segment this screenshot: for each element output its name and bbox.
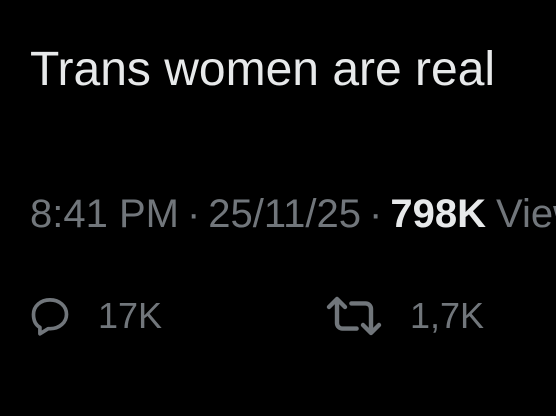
repost-button[interactable]: 1,7K [324,288,484,344]
repost-icon [324,294,384,338]
post-meta: 8:41 PM·25/11/25·798KViews [30,188,556,240]
post-detail: Trans women are real 8:41 PM · 25/11/25 · 79… [0,0,556,416]
meta-separator: · [369,192,383,236]
reply-count: 17K [98,295,163,336]
views-label: Views [495,192,556,236]
post-time[interactable]: 8:41 PM [30,192,179,236]
reply-button[interactable]: 17K [28,288,162,344]
views-count[interactable]: 798K [390,192,486,236]
reply-icon [28,294,72,338]
post-date[interactable]: 25/11/25 [208,192,361,236]
post-text: Trans women are real [30,43,496,96]
meta-separator: · [186,192,201,236]
repost-count: 1,7K [410,295,485,336]
